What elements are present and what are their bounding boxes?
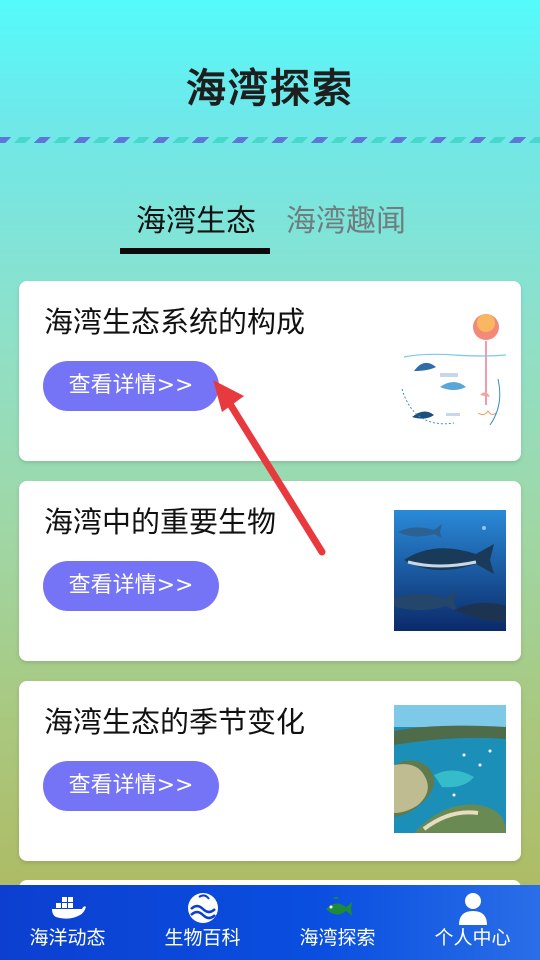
tabbar-label: 个人中心: [434, 927, 511, 949]
header-divider: [0, 137, 540, 143]
header: 海湾探索: [0, 0, 540, 143]
tab-bay-ecology[interactable]: 海湾生态: [136, 196, 256, 240]
card-title: 海湾中的重要生物: [44, 505, 277, 539]
tabbar-item-ocean-news[interactable]: 海洋动态: [0, 885, 135, 960]
bottom-tab-bar: 海洋动态 生物百科 海湾探索 个人中心: [0, 885, 540, 960]
view-details-button[interactable]: 查看详情>>: [43, 561, 219, 611]
page-title: 海湾探索: [186, 66, 354, 112]
card-important-organisms[interactable]: 海湾中的重要生物 查看详情>>: [19, 481, 521, 661]
tabbar-label: 海湾探索: [299, 927, 376, 949]
category-tabs: 海湾生态 海湾趣闻: [0, 196, 540, 256]
fish-icon: [325, 896, 352, 916]
user-icon: [458, 893, 487, 925]
whale-ship-icon: [51, 897, 86, 919]
card-title: 海湾生态的季节变化: [44, 705, 306, 739]
card-seasonal-changes[interactable]: 海湾生态的季节变化 查看详情>>: [19, 681, 521, 861]
view-details-button[interactable]: 查看详情>>: [43, 361, 219, 411]
tabbar-label: 生物百科: [164, 927, 241, 949]
tabbar-item-bay-explore[interactable]: 海湾探索: [270, 885, 405, 960]
tabbar-item-encyclopedia[interactable]: 生物百科: [135, 885, 270, 960]
wave-globe-icon: [187, 893, 218, 923]
active-tab-indicator: [120, 248, 270, 254]
card-title: 海湾生态系统的构成: [44, 305, 306, 339]
tab-bay-fun-facts[interactable]: 海湾趣闻: [286, 196, 406, 240]
bay-aerial-image[interactable]: [394, 705, 506, 833]
view-details-button[interactable]: 查看详情>>: [43, 761, 219, 811]
ecosystem-diagram-image[interactable]: [394, 309, 506, 433]
card-ecosystem-composition[interactable]: 海湾生态系统的构成 查看详情>>: [19, 281, 521, 461]
tabbar-item-profile[interactable]: 个人中心: [405, 885, 540, 960]
tabbar-label: 海洋动态: [29, 927, 106, 949]
tuna-fish-image[interactable]: [394, 510, 506, 631]
